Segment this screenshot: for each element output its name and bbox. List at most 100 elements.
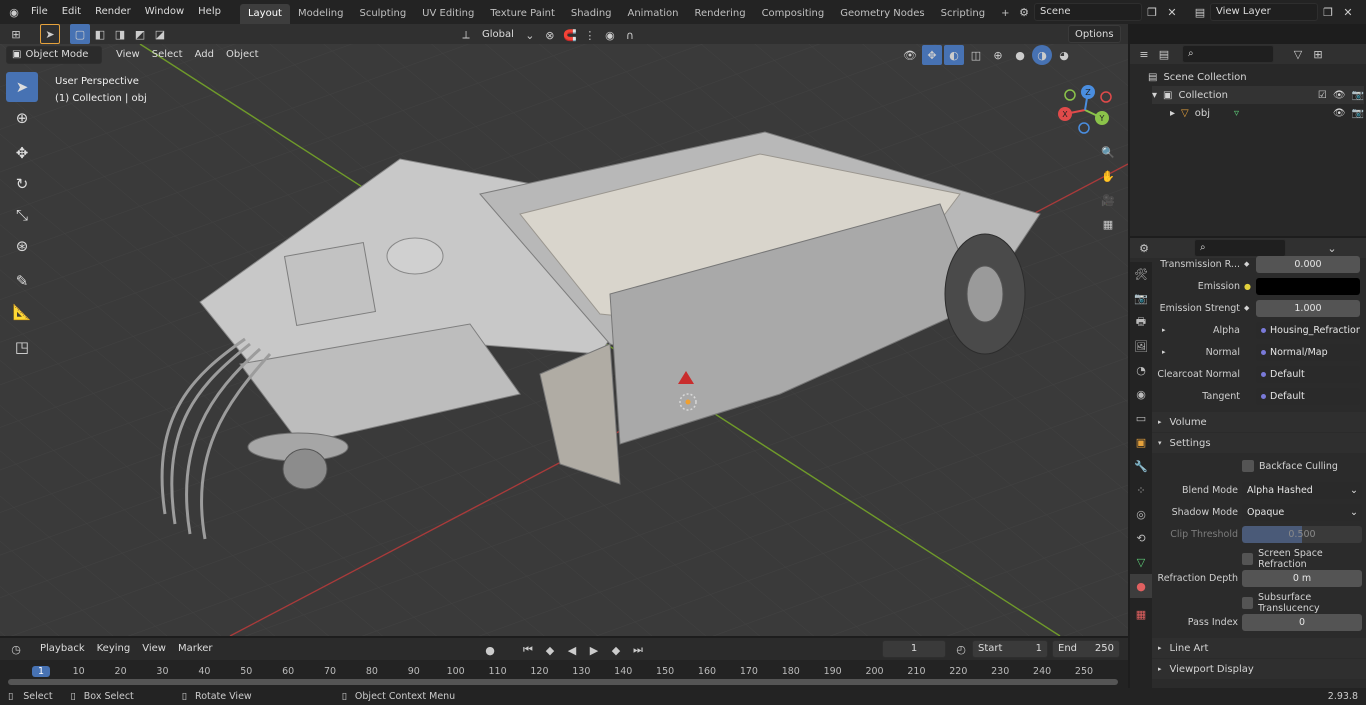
overlay-toggle-icon[interactable]: ◐	[944, 45, 964, 65]
tab-animation[interactable]: Animation	[620, 4, 687, 24]
expand-arrow-icon[interactable]: ▸	[1152, 348, 1166, 356]
section-line-art[interactable]: ▸ Line Art	[1152, 638, 1366, 658]
clearcoat-normal-field[interactable]: Default	[1256, 365, 1360, 383]
expand-arrow-icon[interactable]: ▸	[1170, 108, 1175, 119]
texture-props-icon[interactable]: ▦	[1130, 602, 1152, 626]
blend-mode-dropdown[interactable]: Alpha Hashed ⌄	[1242, 481, 1362, 499]
solid-shading-icon[interactable]: ●	[1010, 45, 1030, 65]
tab-scripting[interactable]: Scripting	[933, 4, 993, 24]
eye-icon[interactable]: 👁	[1333, 108, 1346, 119]
material-props-icon[interactable]: ●	[1130, 574, 1152, 598]
mode-extend-icon[interactable]: ◧	[90, 24, 110, 44]
move-tool-icon[interactable]: ✥	[6, 138, 38, 168]
outliner-row-scene-collection[interactable]: ▤ Scene Collection	[1148, 68, 1364, 86]
keyframe-dot-icon[interactable]: ◆	[1244, 260, 1256, 268]
particles-props-icon[interactable]: ⁘	[1130, 478, 1152, 502]
ortho-grid-icon[interactable]: ▦	[1098, 214, 1118, 234]
tab-sculpting[interactable]: Sculpting	[351, 4, 414, 24]
visibility-icon[interactable]: 👁	[900, 45, 920, 65]
wireframe-shading-icon[interactable]: ⊕	[988, 45, 1008, 65]
menu-edit[interactable]: Edit	[55, 1, 88, 23]
blender-logo-icon[interactable]: ◉	[4, 2, 24, 22]
tab-geometry-nodes[interactable]: Geometry Nodes	[832, 4, 932, 24]
chevron-down-icon[interactable]: ⌄	[520, 25, 540, 45]
tab-modeling[interactable]: Modeling	[290, 4, 352, 24]
checkbox[interactable]	[1242, 597, 1253, 609]
select-box-tool-icon[interactable]: ➤	[6, 72, 38, 102]
backface-culling-toggle[interactable]: Backface Culling	[1242, 460, 1338, 472]
section-volume[interactable]: ▸ Volume	[1152, 412, 1366, 432]
material-shading-icon[interactable]: ◑	[1032, 45, 1052, 65]
tab-texture-paint[interactable]: Texture Paint	[482, 4, 563, 24]
exclude-checkbox-icon[interactable]: ☑	[1318, 90, 1327, 101]
emission-color-swatch[interactable]	[1256, 277, 1360, 295]
eye-icon[interactable]: 👁	[1333, 90, 1346, 101]
properties-search-input[interactable]: ⌕	[1194, 239, 1286, 257]
keyframe-dot-icon[interactable]: ◆	[1244, 304, 1256, 312]
rendered-shading-icon[interactable]: ◕	[1054, 45, 1074, 65]
emission-strength-field[interactable]: 1.000	[1256, 299, 1360, 317]
xray-icon[interactable]: ◫	[966, 45, 986, 65]
orientation-dropdown[interactable]: Global	[476, 26, 520, 44]
tab-layout[interactable]: Layout	[239, 4, 290, 24]
navigation-gizmo[interactable]: X Y Z	[1050, 82, 1120, 142]
clip-threshold-slider[interactable]: 0.500	[1242, 525, 1362, 543]
pan-hand-icon[interactable]: ✋	[1098, 166, 1118, 186]
measure-tool-icon[interactable]: 📐	[6, 297, 38, 327]
scene-field[interactable]: Scene	[1034, 3, 1142, 21]
tab-compositing[interactable]: Compositing	[754, 4, 833, 24]
view-layer-field[interactable]: View Layer	[1210, 3, 1318, 21]
section-viewport-display[interactable]: ▸ Viewport Display	[1152, 659, 1366, 679]
copy-view-layer-icon[interactable]: ❐	[1318, 2, 1338, 22]
menu-file[interactable]: File	[24, 1, 55, 23]
tab-shading[interactable]: Shading	[563, 4, 620, 24]
timeline-scrollbar[interactable]	[8, 679, 1118, 685]
3d-viewport[interactable]	[0, 44, 1128, 636]
mode-selector[interactable]: ▣ Object Mode	[6, 46, 102, 64]
render-props-icon[interactable]: 📷	[1130, 286, 1152, 310]
mode-invert-icon[interactable]: ◩	[130, 24, 150, 44]
camera-render-icon[interactable]: 📷	[1352, 108, 1364, 119]
delete-view-layer-icon[interactable]: ✕	[1338, 2, 1358, 22]
mode-new-icon[interactable]: ▢	[70, 24, 90, 44]
menu-window[interactable]: Window	[138, 1, 191, 23]
menu-help[interactable]: Help	[191, 1, 228, 23]
alpha-link-field[interactable]: Housing_Refraction...	[1256, 321, 1360, 339]
scale-tool-icon[interactable]: ⤡	[6, 200, 38, 230]
snap-icon[interactable]: 🧲	[560, 25, 580, 45]
proportional-edit-icon[interactable]: ◉	[600, 25, 620, 45]
scene-props-icon[interactable]: ◔	[1130, 358, 1152, 382]
outliner-row-collection[interactable]: ▾ ▣ Collection ☑ 👁 📷	[1152, 86, 1364, 104]
section-settings[interactable]: ▾ Settings	[1152, 433, 1366, 453]
object-props-icon[interactable]: ▣	[1130, 430, 1152, 454]
transform-tool-icon[interactable]: ⊛	[6, 231, 38, 261]
modifier-props-icon[interactable]: 🔧	[1130, 454, 1152, 478]
view-layer-props-icon[interactable]: 🖼	[1130, 334, 1152, 358]
delete-scene-icon[interactable]: ✕	[1162, 2, 1182, 22]
rotate-tool-icon[interactable]: ↻	[6, 169, 38, 199]
camera-render-icon[interactable]: 📷	[1352, 90, 1364, 101]
menu-view[interactable]: View	[110, 46, 146, 64]
camera-view-icon[interactable]: 🎥	[1098, 190, 1118, 210]
scene-icon[interactable]: ⚙	[1014, 2, 1034, 22]
editor-type-icon[interactable]: ⊞	[6, 24, 26, 44]
annotate-tool-icon[interactable]: ✎	[6, 266, 38, 296]
color-socket-icon[interactable]: ●	[1244, 282, 1256, 291]
view-layer-icon[interactable]: ▤	[1190, 2, 1210, 22]
add-cube-tool-icon[interactable]: ◳	[6, 332, 38, 362]
refraction-depth-field[interactable]: 0 m	[1242, 569, 1362, 587]
physics-props-icon[interactable]: ◎	[1130, 502, 1152, 526]
gizmo-toggle-icon[interactable]: ✥	[922, 45, 942, 65]
menu-add[interactable]: Add	[189, 46, 220, 64]
expand-arrow-icon[interactable]: ▸	[1152, 326, 1166, 334]
menu-select[interactable]: Select	[146, 46, 189, 64]
world-props-icon[interactable]: ◉	[1130, 382, 1152, 406]
expand-arrow-icon[interactable]: ▾	[1152, 90, 1157, 101]
normal-link-field[interactable]: Normal/Map	[1256, 343, 1360, 361]
outliner-row-obj[interactable]: ▸ ▽ obj ▿ 👁 📷	[1170, 104, 1364, 122]
output-props-icon[interactable]: 🖶	[1130, 310, 1152, 334]
tool-settings-icon[interactable]: 🛠	[1130, 262, 1152, 286]
checkbox[interactable]	[1242, 460, 1254, 472]
select-tool-icon[interactable]: ➤	[40, 24, 60, 44]
mode-intersect-icon[interactable]: ◪	[150, 24, 170, 44]
